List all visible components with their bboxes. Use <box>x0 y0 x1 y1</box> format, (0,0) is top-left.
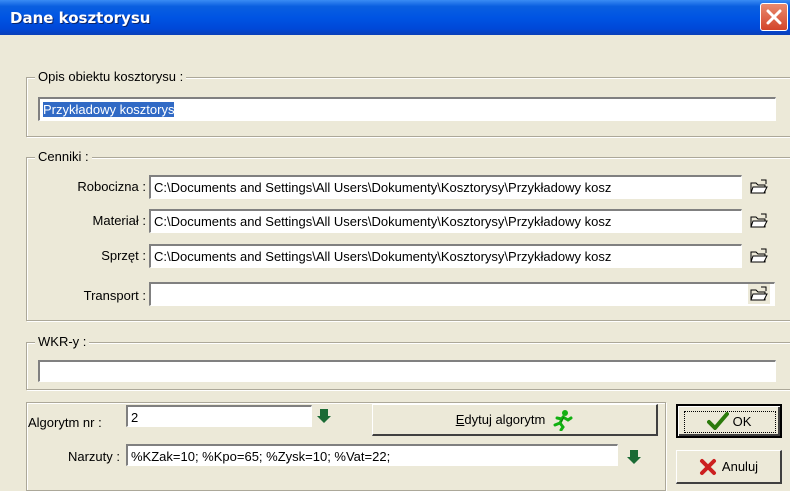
sprzet-browse-button[interactable] <box>748 246 770 266</box>
x-icon <box>699 458 716 475</box>
material-browse-button[interactable] <box>748 211 770 231</box>
cenniki-legend: Cenniki : <box>35 149 92 165</box>
running-man-icon <box>553 409 573 431</box>
transport-browse-button[interactable] <box>748 284 770 304</box>
opis-input[interactable]: Przykładowy kosztorys <box>38 97 776 121</box>
title-bar: Dane kosztorysu <box>0 0 790 35</box>
edit-algorithm-button[interactable]: Edytuj algorytm <box>372 404 658 436</box>
transport-label: Transport : <box>83 288 146 303</box>
folder-open-icon <box>750 248 768 263</box>
folder-open-icon <box>750 286 768 301</box>
folder-open-icon <box>750 213 768 228</box>
wkr-legend: WKR-y : <box>35 334 90 350</box>
robocizna-label: Robocizna : <box>77 179 146 194</box>
arrow-down-icon[interactable] <box>316 408 332 424</box>
folder-open-icon <box>750 179 768 194</box>
opis-legend: Opis obiektu kosztorysu : <box>35 69 187 85</box>
wkr-input[interactable] <box>38 360 776 382</box>
arrow-down-icon[interactable] <box>626 449 642 465</box>
sprzet-label: Sprzęt : <box>101 248 146 263</box>
cancel-button[interactable]: Anuluj <box>676 450 782 484</box>
ok-button[interactable]: OK <box>676 404 782 438</box>
sprzet-input[interactable]: C:\Documents and Settings\All Users\Doku… <box>149 244 742 268</box>
cancel-label: Anuluj <box>721 459 759 474</box>
material-label: Materiał : <box>92 213 146 228</box>
opis-value: Przykładowy kosztorys <box>43 102 175 117</box>
material-input[interactable]: C:\Documents and Settings\All Users\Doku… <box>149 209 742 233</box>
transport-input[interactable] <box>149 282 775 306</box>
edit-algorithm-label: Edytuj algorytm <box>455 412 546 427</box>
narzuty-input[interactable]: %KZak=10; %Kpo=65; %Zysk=10; %Vat=22; <box>126 444 618 466</box>
robocizna-browse-button[interactable] <box>748 177 770 197</box>
ok-focus-rect <box>684 411 776 433</box>
window-title: Dane kosztorysu <box>10 9 151 27</box>
close-button[interactable] <box>760 3 788 31</box>
close-icon <box>766 9 782 25</box>
narzuty-label: Narzuty : <box>67 449 120 464</box>
algorytm-input[interactable]: 2 <box>126 405 312 427</box>
dialog-body: Opis obiektu kosztorysu : Przykładowy ko… <box>0 35 790 491</box>
algorytm-label: Algorytm nr : <box>28 415 102 430</box>
robocizna-input[interactable]: C:\Documents and Settings\All Users\Doku… <box>149 175 742 199</box>
